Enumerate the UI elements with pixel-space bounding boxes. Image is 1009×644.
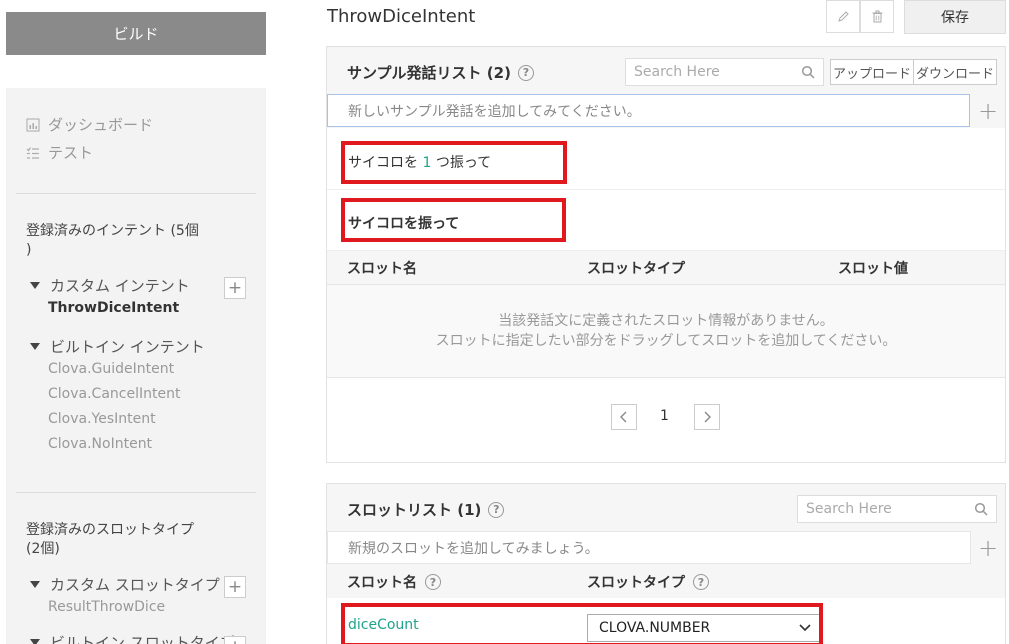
custom-slot-type-group[interactable]: カスタム スロットタイプ <box>30 574 220 595</box>
divider <box>16 492 256 493</box>
slot-search-input[interactable]: Search Here <box>797 495 997 523</box>
column-header-slot-type: スロットタイプ <box>587 261 685 277</box>
slot-list-title: スロットリスト (1) ? <box>347 499 505 520</box>
builtin-intent-group[interactable]: ビルトイン インテント <box>30 336 205 357</box>
sidebar-item-cancelintent[interactable]: Clova.CancelIntent <box>48 386 180 402</box>
help-icon[interactable]: ? <box>488 501 505 518</box>
pencil-icon <box>837 11 849 22</box>
help-icon[interactable]: ? <box>693 574 709 590</box>
next-page-button[interactable] <box>694 404 720 430</box>
column-label: スロットタイプ <box>587 575 685 591</box>
builtin-slot-type-group[interactable]: ビルトイン スロットタイプ <box>30 632 235 644</box>
help-icon[interactable]: ? <box>425 574 441 590</box>
intents-section-title: 登録済みのインテント (5個 ) <box>26 223 199 258</box>
add-builtin-slot-type-button[interactable]: + <box>224 636 246 644</box>
column-label: スロット名 <box>347 575 417 591</box>
column-header-slot-value: スロット値 <box>838 261 908 277</box>
prev-page-button[interactable] <box>611 404 637 430</box>
empty-message-line2: スロットに指定したい部分をドラッグしてスロットを追加してください。 <box>435 333 897 349</box>
sidebar-item-guideintent[interactable]: Clova.GuideIntent <box>48 361 174 377</box>
nav-test-label: テスト <box>48 144 94 162</box>
sidebar-item-throwdiceintent[interactable]: ThrowDiceIntent <box>48 300 179 316</box>
caret-down-icon <box>30 282 40 289</box>
download-button[interactable]: ダウンロード <box>913 59 997 85</box>
search-placeholder: Search Here <box>806 501 892 517</box>
page-title: ThrowDiceIntent <box>327 6 476 27</box>
build-button[interactable]: ビルド <box>6 12 266 55</box>
add-slot-type-button[interactable]: + <box>224 576 246 598</box>
nav-test[interactable]: テスト <box>26 142 93 163</box>
upload-button[interactable]: アップロード <box>830 59 914 85</box>
utterance-panel-title: サンプル発話リスト (2) ? <box>347 62 534 83</box>
add-utterance-button[interactable]: + <box>971 94 1005 127</box>
custom-intent-label: カスタム インテント <box>50 277 190 295</box>
slot-name-column-header: スロット名 ? <box>347 572 441 592</box>
nav-dashboard[interactable]: ダッシュボード <box>26 114 153 135</box>
utterance-title-text: サンプル発話リスト (2) <box>347 64 511 82</box>
sidebar-item-nointent[interactable]: Clova.NoIntent <box>48 436 152 452</box>
sidebar-item-yesintent[interactable]: Clova.YesIntent <box>48 411 156 427</box>
custom-intent-group[interactable]: カスタム インテント <box>30 275 190 296</box>
checklist-icon <box>26 146 39 159</box>
highlight-box <box>341 141 567 184</box>
search-placeholder: Search Here <box>634 64 720 80</box>
new-utterance-input[interactable]: 新しいサンプル発話を追加してみてください。 <box>327 94 970 127</box>
slot-types-section-title: 登録済みのスロットタイプ (2個) <box>26 522 194 557</box>
highlight-box <box>341 198 566 242</box>
search-icon <box>974 502 988 516</box>
add-intent-button[interactable]: + <box>224 277 246 299</box>
slot-list-title-text: スロットリスト (1) <box>347 501 482 519</box>
custom-slot-type-label: カスタム スロットタイプ <box>50 576 220 594</box>
sidebar-item-resultthrowdice[interactable]: ResultThrowDice <box>48 599 165 615</box>
nav-dashboard-label: ダッシュボード <box>48 116 154 134</box>
divider <box>16 193 256 194</box>
edit-button[interactable] <box>826 0 860 33</box>
slot-type-column-header: スロットタイプ ? <box>587 572 709 592</box>
caret-down-icon <box>30 581 40 588</box>
builtin-slot-type-label: ビルトイン スロットタイプ <box>50 634 235 644</box>
add-slot-button[interactable]: + <box>971 531 1005 564</box>
save-button[interactable]: 保存 <box>904 0 1006 34</box>
empty-message-line1: 当該発話文に定義されたスロット情報がありません。 <box>498 313 834 329</box>
trash-icon <box>872 10 882 23</box>
utterance-search-input[interactable]: Search Here <box>625 58 824 86</box>
page-number: 1 <box>660 408 669 424</box>
chevron-right-icon <box>704 411 711 423</box>
delete-button[interactable] <box>860 0 894 33</box>
caret-down-icon <box>30 343 40 350</box>
chart-icon <box>26 118 40 131</box>
builtin-intent-label: ビルトイン インテント <box>50 338 205 356</box>
column-header-slot-name: スロット名 <box>347 261 417 277</box>
new-slot-input[interactable]: 新規のスロットを追加してみましょう。 <box>327 531 971 564</box>
chevron-left-icon <box>620 411 627 423</box>
search-icon <box>801 65 815 79</box>
highlight-box <box>341 603 823 644</box>
help-icon[interactable]: ? <box>517 64 534 81</box>
caret-down-icon <box>30 639 40 644</box>
